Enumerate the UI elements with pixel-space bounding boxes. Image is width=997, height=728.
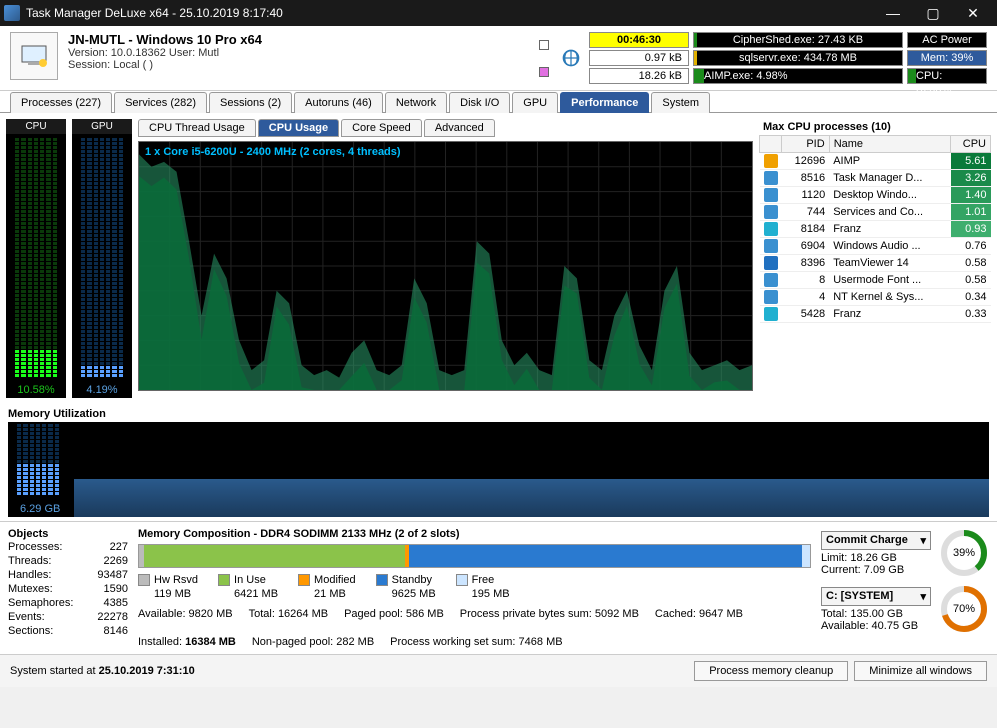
process-memory-cleanup-button[interactable]: Process memory cleanup [694, 661, 848, 681]
process-row[interactable]: 6904Windows Audio ...0.76 [760, 238, 991, 255]
cpu-usage-chart: 1 x Core i5-6200U - 2400 MHz (2 cores, 4… [138, 141, 753, 391]
disk-total: Total: 135.00 GB [821, 608, 931, 620]
gpu-percent: 4.19% [86, 382, 117, 398]
process-row[interactable]: 8Usermode Font ...0.58 [760, 272, 991, 289]
top-proc-mem: sqlservr.exe: 434.78 MB [739, 52, 857, 64]
tab-network[interactable]: Network [385, 92, 447, 113]
version-line: Version: 10.0.18362 User: Mutl [68, 47, 525, 59]
disk-gauge: 70% [939, 584, 989, 634]
subtab-core-speed[interactable]: Core Speed [341, 119, 422, 137]
memcomp-stat: Paged pool: 586 MB [344, 608, 444, 620]
maximize-button[interactable]: ▢ [913, 0, 953, 26]
machine-title: JN-MUTL - Windows 10 Pro x64 [68, 32, 525, 47]
app-icon [4, 5, 20, 21]
object-stat: Processes:227 [8, 540, 128, 554]
status-bar: System started at 25.10.2019 7:31:10 Pro… [0, 654, 997, 687]
top-proc-cpu: AIMP.exe: 4.98% [700, 70, 788, 82]
chevron-down-icon: ▾ [920, 590, 926, 603]
memcomp-seg-standby [409, 545, 802, 567]
top-proc-disk: CipherShed.exe: 27.43 KB [733, 34, 863, 46]
subtab-cpu-thread-usage[interactable]: CPU Thread Usage [138, 119, 256, 137]
sub-tabs: CPU Thread UsageCPU UsageCore SpeedAdvan… [138, 119, 753, 137]
cpu-vbar: CPU 10.58% [6, 119, 66, 398]
net-icons [535, 32, 553, 84]
tab-disk-i-o[interactable]: Disk I/O [449, 92, 510, 113]
memcomp-stat: Installed: 16384 MB [138, 636, 236, 648]
cpu-badge: CPU: 10.58% [914, 70, 951, 95]
mem-badge: Mem: 39% [907, 50, 987, 66]
memcomp-stat: Available: 9820 MB [138, 608, 233, 620]
cpu-percent: 10.58% [17, 382, 54, 398]
process-row[interactable]: 8516Task Manager D...3.26 [760, 170, 991, 187]
tab-sessions-[interactable]: Sessions (2) [209, 92, 292, 113]
chevron-down-icon: ▾ [920, 534, 926, 547]
memcomp-seg-free [802, 545, 810, 567]
process-row[interactable]: 1120Desktop Windo...1.40 [760, 187, 991, 204]
col-pid[interactable]: PID [782, 136, 830, 153]
session-line: Session: Local ( ) [68, 59, 525, 71]
mem-utilization-chart: 6.29 GB [8, 422, 989, 517]
disk-available: Available: 40.75 GB [821, 620, 931, 632]
objects-panel: Objects Processes:227Threads:2269Handles… [8, 528, 128, 648]
tab-gpu[interactable]: GPU [512, 92, 558, 113]
memory-composition: Memory Composition - DDR4 SODIMM 2133 MH… [138, 528, 811, 648]
object-stat: Events:22278 [8, 610, 128, 624]
gpu-vbar: GPU 4.19% [72, 119, 132, 398]
commit-gauge: 39% [939, 528, 989, 578]
memcomp-stat: Non-paged pool: 282 MB [252, 636, 374, 648]
tab-processes-[interactable]: Processes (227) [10, 92, 112, 113]
process-row[interactable]: 5428Franz0.33 [760, 306, 991, 323]
object-stat: Sections:8146 [8, 624, 128, 638]
mem-used-value: 6.29 GB [20, 503, 60, 515]
net-up: 0.97 kB [589, 50, 689, 66]
col-cpu[interactable]: CPU [951, 136, 991, 153]
disk-dropdown[interactable]: C: [SYSTEM]▾ [821, 587, 931, 606]
tab-performance[interactable]: Performance [560, 92, 649, 113]
titlebar[interactable]: Task Manager DeLuxe x64 - 25.10.2019 8:1… [0, 0, 997, 26]
process-row[interactable]: 8396TeamViewer 140.58 [760, 255, 991, 272]
minimize-all-windows-button[interactable]: Minimize all windows [854, 661, 987, 681]
globe-icon [561, 48, 581, 68]
memcomp-stat: Process working set sum: 7468 MB [390, 636, 562, 648]
close-button[interactable]: ✕ [953, 0, 993, 26]
object-stat: Handles:93487 [8, 568, 128, 582]
computer-icon [10, 32, 58, 80]
uptime-timer: 00:46:30 [589, 32, 689, 48]
titlebar-text: Task Manager DeLuxe x64 - 25.10.2019 8:1… [26, 6, 873, 20]
max-cpu-processes: Max CPU processes (10) PID Name CPU 1269… [759, 119, 991, 398]
object-stat: Semaphores:4385 [8, 596, 128, 610]
subtab-advanced[interactable]: Advanced [424, 119, 495, 137]
header: JN-MUTL - Windows 10 Pro x64 Version: 10… [0, 26, 997, 91]
process-row[interactable]: 12696AIMP5.61 [760, 153, 991, 170]
system-start-time: 25.10.2019 7:31:10 [99, 665, 195, 677]
memcomp-seg-in-use [144, 545, 406, 567]
net-down: 18.26 kB [589, 68, 689, 84]
mem-title: Memory Utilization [8, 408, 989, 420]
commit-charge-dropdown[interactable]: Commit Charge▾ [821, 531, 931, 550]
col-name[interactable]: Name [829, 136, 950, 153]
tab-autoruns-[interactable]: Autoruns (46) [294, 92, 383, 113]
commit-limit: Limit: 18.26 GB [821, 552, 931, 564]
commit-current: Current: 7.09 GB [821, 564, 931, 576]
memcomp-stat: Cached: 9647 MB [655, 608, 743, 620]
minimize-button[interactable]: — [873, 0, 913, 26]
memcomp-stat: Total: 16264 MB [249, 608, 329, 620]
object-stat: Threads:2269 [8, 554, 128, 568]
tab-system[interactable]: System [651, 92, 710, 113]
main-tabs: Processes (227)Services (282)Sessions (2… [0, 91, 997, 113]
tab-services-[interactable]: Services (282) [114, 92, 207, 113]
process-row[interactable]: 4NT Kernel & Sys...0.34 [760, 289, 991, 306]
subtab-cpu-usage[interactable]: CPU Usage [258, 119, 339, 137]
process-row[interactable]: 744Services and Co...1.01 [760, 204, 991, 221]
memcomp-stat: Process private bytes sum: 5092 MB [460, 608, 639, 620]
process-row[interactable]: 8184Franz0.93 [760, 221, 991, 238]
object-stat: Mutexes:1590 [8, 582, 128, 596]
power-status: AC Power [907, 32, 987, 48]
